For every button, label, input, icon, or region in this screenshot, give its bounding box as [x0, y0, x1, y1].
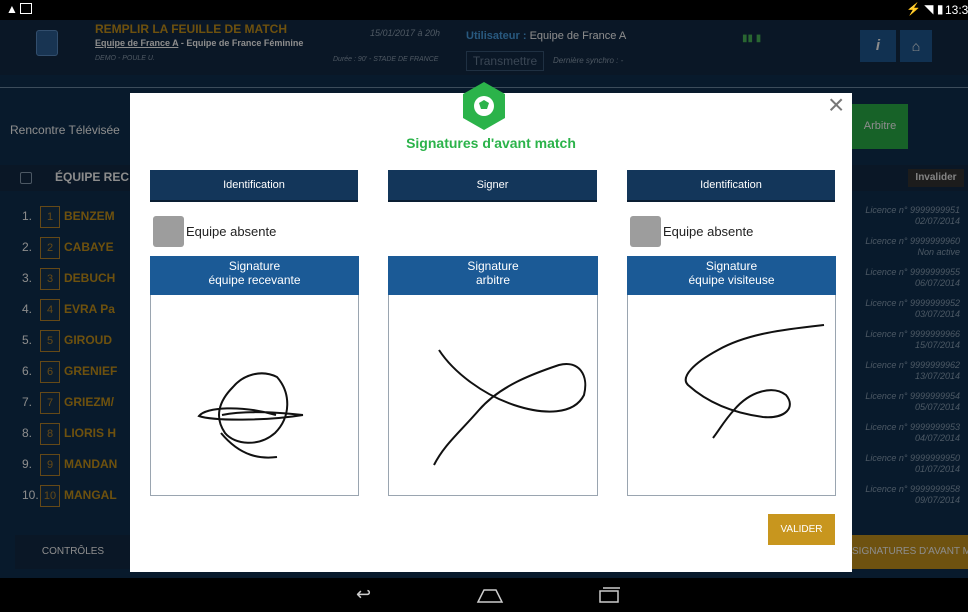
- validate-button[interactable]: VALIDER: [768, 514, 835, 545]
- signature-drawing: [684, 324, 825, 439]
- signature-drawing: [197, 372, 304, 459]
- absent-label: Equipe absente: [663, 224, 754, 239]
- home-nav-icon[interactable]: [476, 588, 504, 604]
- signature-title-home: Signature équipe recevante: [150, 256, 359, 295]
- signature-title-away: Signature équipe visiteuse: [627, 256, 836, 295]
- image-icon: [20, 3, 32, 14]
- checkbox-icon[interactable]: [153, 216, 184, 247]
- football-badge-icon: [463, 82, 505, 130]
- navigation-bar: ↩: [0, 578, 968, 612]
- clock: 13:3: [945, 3, 968, 17]
- recent-apps-icon[interactable]: [598, 586, 622, 604]
- identification-button-home[interactable]: Identification: [150, 170, 358, 202]
- status-bar: ▲ ⚡ ◥ ▮ 13:3: [0, 0, 968, 20]
- signature-pad-away[interactable]: [627, 295, 836, 496]
- signature-pad-referee[interactable]: [388, 295, 598, 496]
- identification-button-away[interactable]: Identification: [627, 170, 835, 202]
- signature-title-referee: Signature arbitre: [388, 256, 598, 295]
- signature-drawing: [433, 349, 587, 466]
- signal-icons: ⚡ ◥ ▮: [906, 2, 944, 16]
- signatures-modal: Signatures d'avant match × Identificatio…: [130, 82, 852, 572]
- absent-checkbox-home[interactable]: Equipe absente: [153, 216, 276, 247]
- signature-pad-home[interactable]: [150, 295, 359, 496]
- absent-label: Equipe absente: [186, 224, 277, 239]
- checkbox-icon[interactable]: [630, 216, 661, 247]
- back-icon[interactable]: ↩: [356, 584, 371, 605]
- sign-button[interactable]: Signer: [388, 170, 597, 202]
- absent-checkbox-away[interactable]: Equipe absente: [630, 216, 753, 247]
- close-icon[interactable]: ×: [828, 91, 844, 119]
- modal-title: Signatures d'avant match: [406, 135, 576, 151]
- warning-icon: ▲: [6, 2, 18, 16]
